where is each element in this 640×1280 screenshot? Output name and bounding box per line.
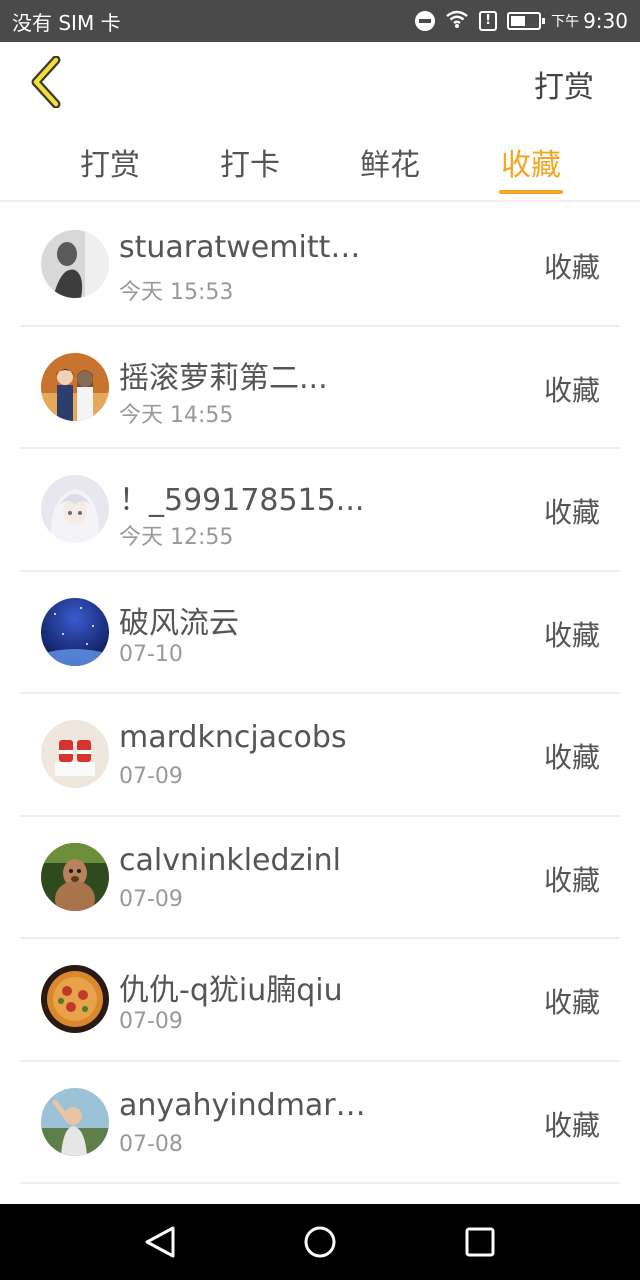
timestamp: 07-08 (119, 1131, 183, 1157)
avatar[interactable] (41, 475, 109, 543)
favorite-label: 收藏 (543, 741, 600, 774)
avatar[interactable] (41, 597, 109, 666)
avatar[interactable] (41, 1087, 109, 1156)
timestamp: 07-09 (119, 764, 183, 789)
favorites-list: stuaratwemittz... 今天 15:53 收藏 摇滚萝莉第二... … (0, 204, 640, 1184)
list-item[interactable]: stuaratwemittz... 今天 15:53 收藏 (20, 204, 620, 327)
tab-checkin[interactable]: 打卡 (200, 140, 300, 184)
avatar[interactable] (41, 965, 109, 1033)
tab-reward[interactable]: 打赏 (60, 140, 160, 184)
do-not-disturb-icon (415, 11, 436, 31)
user-name: 摇滚萝莉第二... (119, 360, 328, 396)
timestamp: 07-10 (119, 641, 183, 667)
timestamp: 今天 12:55 (119, 525, 234, 550)
circle-home-icon (304, 1226, 336, 1258)
list-item[interactable]: 仇仇-q犹iu腩qiu 07-09 收藏 (20, 939, 620, 1062)
time-period: 下午 (551, 14, 580, 30)
user-name: calvninkledzinl (119, 842, 341, 878)
status-bar: 没有 SIM 卡 ! 下午 9:30 (0, 0, 640, 42)
timestamp: 07-09 (119, 1009, 183, 1034)
list-item[interactable]: 破风流云 07-10 收藏 (20, 572, 620, 694)
list-item[interactable]: mardkncjacobs 07-09 收藏 (20, 694, 620, 817)
user-name: anyahyindmarb... (119, 1087, 369, 1123)
timestamp: 今天 15:53 (119, 280, 234, 305)
favorite-label: 收藏 (543, 986, 600, 1019)
active-tab-indicator (499, 190, 563, 194)
triangle-back-icon (145, 1226, 175, 1258)
carrier-label: 没有 SIM 卡 (12, 10, 121, 35)
recents-nav-button[interactable] (465, 1227, 495, 1257)
favorite-label: 收藏 (543, 1108, 600, 1142)
header-reward-button[interactable]: 打赏 (534, 62, 594, 106)
favorite-label: 收藏 (543, 251, 600, 284)
square-recents-icon (465, 1227, 495, 1257)
user-name: mardkncjacobs (119, 720, 347, 755)
back-button[interactable] (26, 55, 66, 109)
back-nav-button[interactable] (145, 1226, 175, 1258)
list-item[interactable]: anyahyindmarb... 07-08 收藏 (20, 1062, 620, 1184)
timestamp: 07-09 (119, 886, 183, 912)
timestamp: 今天 14:55 (119, 402, 234, 428)
battery-icon (507, 12, 546, 30)
list-item[interactable]: calvninkledzinl 07-09 收藏 (20, 817, 620, 939)
favorite-label: 收藏 (543, 618, 600, 652)
tab-bar: 打赏 打卡 鲜花 收藏 (0, 122, 640, 202)
favorite-label: 收藏 (543, 496, 600, 529)
list-item[interactable]: ！_599178515... 今天 12:55 收藏 (20, 449, 620, 572)
favorite-label: 收藏 (543, 863, 600, 897)
wifi-icon (445, 9, 469, 34)
avatar[interactable] (41, 230, 109, 298)
app-header: 打赏 (0, 42, 640, 122)
avatar[interactable] (41, 352, 109, 421)
home-nav-button[interactable] (304, 1226, 336, 1258)
favorite-label: 收藏 (543, 373, 600, 407)
status-icons: ! 下午 9:30 (415, 9, 628, 34)
avatar[interactable] (41, 842, 109, 911)
chevron-left-icon (31, 55, 61, 109)
tab-favorites[interactable]: 收藏 (481, 140, 581, 184)
list-item[interactable]: 摇滚萝莉第二... 今天 14:55 收藏 (20, 327, 620, 449)
clock: 9:30 (583, 9, 628, 33)
user-name: ！_599178515... (119, 483, 365, 518)
user-name: stuaratwemittz... (119, 230, 369, 265)
system-navigation-bar (0, 1204, 640, 1280)
alert-icon: ! (479, 11, 498, 31)
tab-flowers[interactable]: 鲜花 (340, 140, 440, 184)
avatar[interactable] (41, 720, 109, 788)
user-name: 仇仇-q犹iu腩qiu (119, 973, 343, 1008)
user-name: 破风流云 (119, 605, 239, 641)
